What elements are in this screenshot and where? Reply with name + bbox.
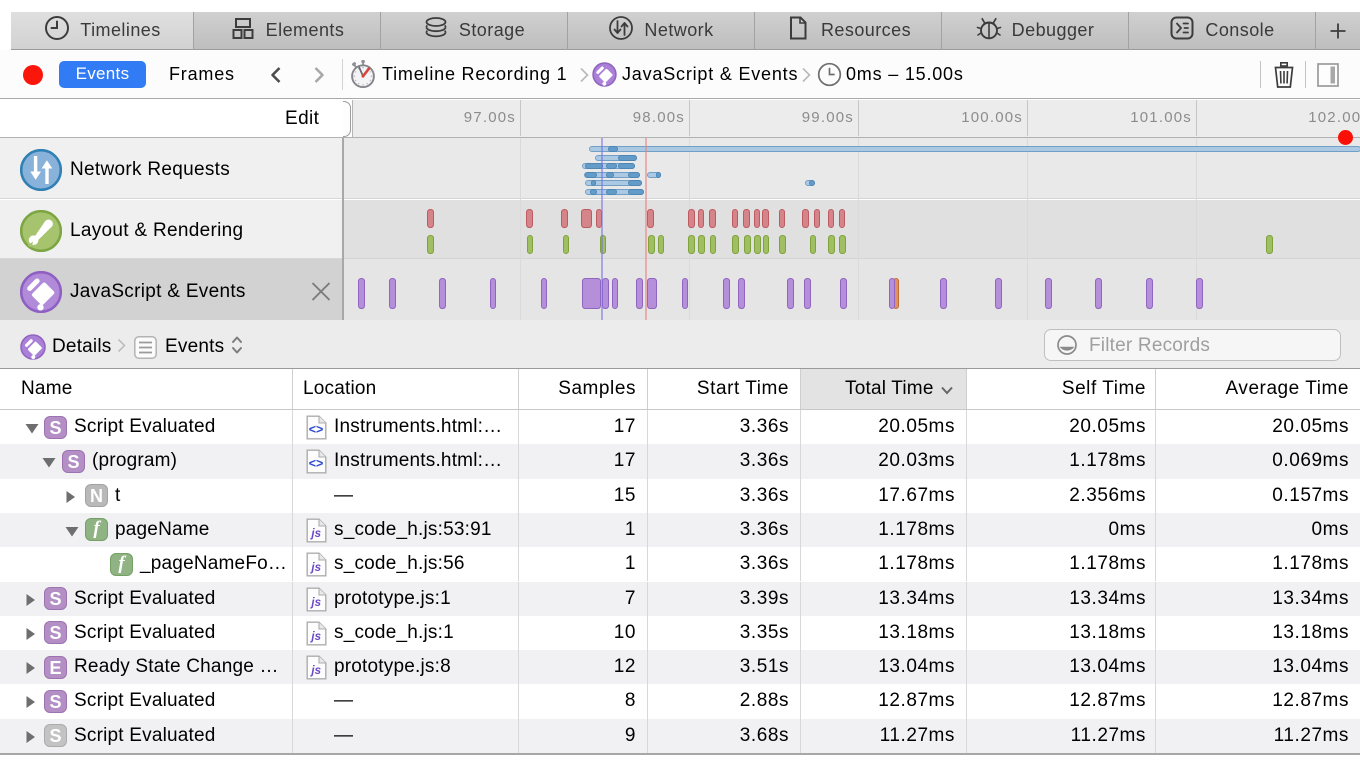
svg-text:js: js (309, 597, 321, 609)
svg-text:js: js (309, 631, 321, 643)
svg-text:js: js (309, 528, 321, 540)
svg-text:<>: <> (309, 423, 324, 437)
svg-text:js: js (309, 665, 321, 677)
svg-text:<>: <> (309, 457, 324, 471)
svg-text:js: js (309, 562, 321, 574)
